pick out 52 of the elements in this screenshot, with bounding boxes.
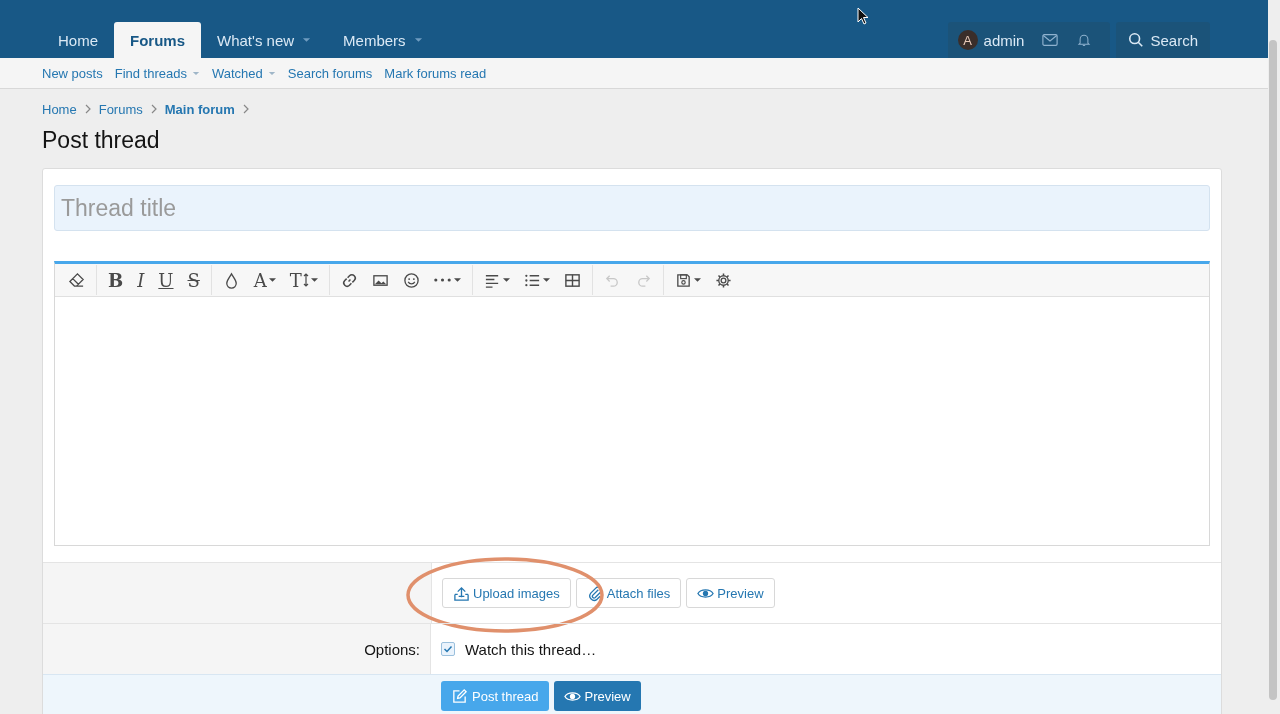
nav-tab[interactable]: Forums — [114, 22, 202, 58]
toolbar-button[interactable]: B — [101, 265, 131, 295]
chevron-icon — [84, 104, 91, 114]
thread-title-field[interactable]: Thread title — [54, 185, 1210, 231]
checkbox-label: Watch this thread… — [465, 640, 597, 658]
bell-icon[interactable] — [1076, 33, 1093, 47]
link-icon — [340, 271, 358, 289]
eraser-icon — [68, 271, 85, 289]
table-icon — [563, 271, 581, 289]
avatar[interactable]: A — [957, 30, 978, 50]
submit-button[interactable]: Preview — [553, 681, 641, 711]
page-title: Post thread — [42, 126, 161, 155]
checkbox[interactable] — [441, 642, 455, 657]
breadcrumb-link[interactable]: Main forum — [164, 101, 235, 117]
username-link[interactable]: admin — [983, 31, 1025, 49]
subnav-link[interactable]: Search forums — [287, 65, 373, 81]
breadcrumb-link[interactable]: Forums — [98, 101, 143, 117]
chevron-icon — [150, 104, 157, 114]
toolbar-button[interactable]: I — [130, 265, 152, 295]
search-button[interactable]: Search — [1116, 22, 1210, 58]
toolbar-button[interactable]: A — [246, 265, 283, 295]
edit-icon — [451, 687, 468, 705]
envelope-icon[interactable] — [1042, 33, 1059, 47]
caret-icon[interactable] — [502, 277, 510, 283]
search-icon — [1128, 32, 1145, 48]
attachment-button[interactable]: Preview — [686, 578, 775, 609]
smiley-icon — [402, 271, 420, 289]
more-icon — [434, 278, 452, 282]
caret-icon[interactable] — [453, 277, 461, 283]
subnav-link[interactable]: Watched — [211, 65, 276, 81]
caret-icon[interactable] — [542, 277, 550, 283]
settings-icon — [714, 271, 732, 289]
attachment-button[interactable]: Upload images — [442, 578, 571, 609]
nav-tab[interactable]: Home — [42, 22, 114, 58]
upload-icon — [453, 584, 470, 602]
pointer-icon — [857, 7, 869, 25]
breadcrumb-link[interactable]: Home — [42, 101, 77, 117]
subnav-link[interactable]: Find threads — [114, 65, 200, 81]
caret-icon[interactable] — [310, 277, 318, 283]
subnav-link[interactable]: Mark forums read — [384, 65, 487, 81]
nav-tab[interactable]: Members — [327, 22, 439, 58]
attachment-button[interactable]: Attach files — [575, 578, 682, 609]
up-down-arrow-icon — [302, 273, 309, 287]
options-label: Options: — [364, 640, 420, 658]
caret-icon[interactable] — [693, 277, 701, 283]
toolbar-button[interactable]: T — [282, 265, 325, 295]
chevron-icon — [242, 104, 249, 114]
nav-tab[interactable]: What's new — [201, 22, 328, 58]
toolbar-button[interactable]: U — [151, 265, 181, 295]
subnav-link[interactable]: New posts — [42, 65, 103, 81]
toolbar-button[interactable]: S — [180, 265, 207, 295]
caret-icon[interactable] — [268, 277, 276, 283]
